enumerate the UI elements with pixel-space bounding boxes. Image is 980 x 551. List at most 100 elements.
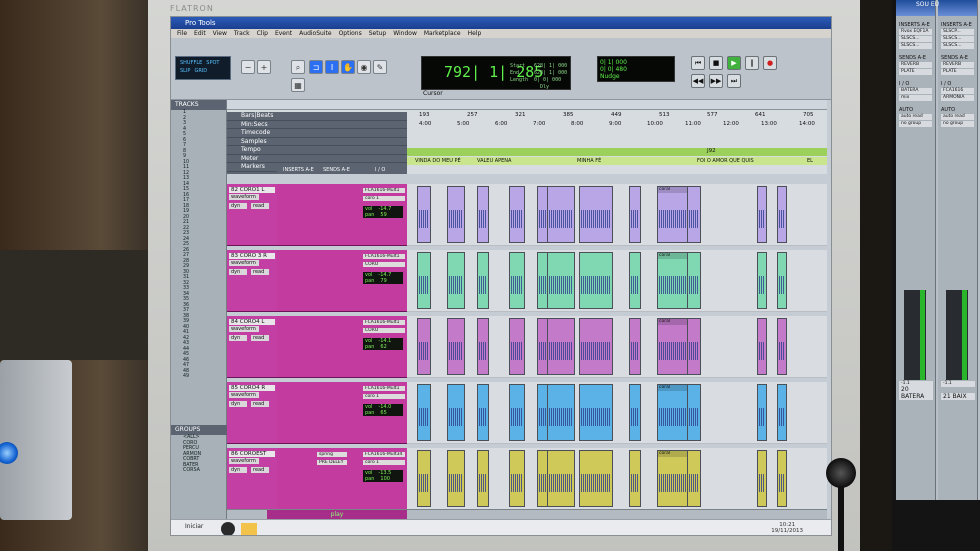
audio-clip[interactable]	[629, 318, 641, 375]
audio-clip[interactable]	[477, 186, 489, 243]
rewind-button[interactable]: ◀◀	[691, 74, 705, 88]
audio-clip[interactable]	[757, 384, 767, 441]
audio-clip[interactable]	[579, 450, 613, 507]
edit-mode-selector[interactable]: SHUFFLE SPOT SLIP GRID	[175, 56, 231, 80]
automation-mode[interactable]: read	[251, 203, 269, 209]
track-name[interactable]: 85 CORO4 R	[229, 385, 275, 391]
dyn-button[interactable]: dyn	[229, 269, 247, 275]
zoom-in-icon[interactable]: +	[257, 60, 271, 74]
audio-clip[interactable]	[757, 318, 767, 375]
selector-tool-icon[interactable]: I	[325, 60, 339, 74]
io-selector[interactable]: ARMONIA	[941, 95, 974, 101]
vol-pan-display[interactable]: vol -14.7 pan 79	[363, 272, 403, 284]
track-name[interactable]: 82 CORO1 L	[229, 187, 275, 193]
audio-clip[interactable]	[447, 318, 465, 375]
audio-clip[interactable]	[477, 450, 489, 507]
menu-item-view[interactable]: View	[213, 29, 227, 38]
input-selector[interactable]: FCA1616-Mult1	[363, 320, 405, 325]
track-list-item[interactable]: 49	[183, 374, 226, 380]
audio-clip[interactable]	[477, 252, 489, 309]
mode-shuffle[interactable]: SHUFFLE	[180, 60, 202, 66]
audio-clip[interactable]	[777, 450, 787, 507]
vol-pan-display[interactable]: vol -14.7 pan 59	[363, 206, 403, 218]
grabber-tool-icon[interactable]: ✋	[341, 60, 355, 74]
audio-clip[interactable]	[777, 318, 787, 375]
track-lane[interactable]: coral	[407, 382, 827, 444]
audio-clip[interactable]	[547, 384, 575, 441]
audio-clip[interactable]	[447, 384, 465, 441]
markers-ruler[interactable]: VINDA DO MEU PÉ VALEU APENA MINHA FÉ FOI O …	[407, 157, 827, 165]
vol-pan-display[interactable]: vol -14.1 pan 62	[363, 338, 403, 350]
trim-tool-icon[interactable]: ⊐	[309, 60, 323, 74]
audio-clip[interactable]	[687, 252, 701, 309]
send-slot[interactable]: PLATE	[941, 69, 974, 75]
mode-spot[interactable]: SPOT	[206, 60, 219, 66]
send-slot[interactable]: REVERB	[899, 62, 932, 68]
audio-clip[interactable]	[447, 450, 465, 507]
dyn-button[interactable]: dyn	[229, 203, 247, 209]
audio-clip[interactable]	[777, 252, 787, 309]
audio-clip[interactable]	[687, 384, 701, 441]
audio-clip[interactable]	[547, 318, 575, 375]
track-list[interactable]: 1 2 3 4 5 6 7 8 9 10 11 12 13 14 15 16 17 18 19 20 21 22 23 24 2…	[171, 110, 226, 380]
audio-clip[interactable]	[629, 252, 641, 309]
menu-item-audiosuite[interactable]: AudioSuite	[299, 29, 331, 38]
nudge-grid-display[interactable]: 0| 1| 000 0| 0| 480 Nudge	[597, 56, 675, 82]
audio-clip[interactable]	[579, 318, 613, 375]
pro-tools-taskbar-icon[interactable]	[221, 522, 235, 535]
output-selector[interactable]: coro 1	[363, 394, 405, 399]
track-lane[interactable]: coral	[407, 316, 827, 378]
audio-clip[interactable]	[447, 186, 465, 243]
audio-clip[interactable]	[757, 252, 767, 309]
insert-slot[interactable]: SLSCS...	[899, 43, 932, 49]
zoom-out-icon[interactable]: −	[241, 60, 255, 74]
group-item[interactable]: CORSA	[183, 468, 227, 474]
audio-clip[interactable]	[777, 186, 787, 243]
track-name[interactable]: 86 COROEST	[229, 451, 275, 457]
group-list[interactable]: <ALL> CORO PERCU ARMON COBRT BATER CORSA	[171, 435, 227, 474]
audio-clip[interactable]	[509, 252, 525, 309]
universe-overview[interactable]	[227, 100, 827, 110]
play-button[interactable]: ▶	[727, 56, 741, 70]
automation-mode[interactable]: read	[251, 401, 269, 407]
main-counter[interactable]: 792| 1| 285 Start 628| 1| 000 End 628| 1…	[421, 56, 571, 90]
audio-clip[interactable]	[417, 318, 431, 375]
audio-clip[interactable]	[687, 186, 701, 243]
menu-item-marketplace[interactable]: Marketplace	[424, 29, 461, 38]
menu-item-window[interactable]: Window	[393, 29, 417, 38]
go-to-end-button[interactable]: ⏭	[727, 74, 741, 88]
stop-button[interactable]: ■	[709, 56, 723, 70]
grid-icon[interactable]: ▦	[291, 78, 305, 92]
playlist-view-selector[interactable]: waveform	[229, 392, 259, 398]
horizontal-scrollbar[interactable]: play	[227, 509, 827, 520]
scrubber-tool-icon[interactable]: ◉	[357, 60, 371, 74]
input-selector[interactable]: FCA1616-Mult1	[363, 386, 405, 391]
track-lane[interactable]: coral	[407, 250, 827, 312]
zoomer-tool-icon[interactable]: ⌕	[291, 60, 305, 74]
mode-grid[interactable]: GRID	[194, 68, 207, 74]
menu-item-file[interactable]: File	[177, 29, 187, 38]
menu-item-event[interactable]: Event	[275, 29, 292, 38]
automation-mode[interactable]: auto read	[899, 114, 932, 120]
insert-slot[interactable]: SLSCS...	[941, 36, 974, 42]
audio-clip[interactable]	[509, 318, 525, 375]
input-selector[interactable]: FCA1616-Mult1	[363, 188, 405, 193]
automation-mode[interactable]: read	[251, 269, 269, 275]
audio-clip[interactable]	[477, 384, 489, 441]
audio-clip[interactable]	[757, 186, 767, 243]
audio-clip[interactable]	[509, 186, 525, 243]
vol-pan-display[interactable]: vol -13.5 pan 100	[363, 470, 403, 482]
menu-item-setup[interactable]: Setup	[369, 29, 386, 38]
playlist-view-selector[interactable]: waveform	[229, 326, 259, 332]
insert-slot[interactable]: SLSCS...	[899, 36, 932, 42]
track-name[interactable]: 84 CORO4 L	[229, 319, 275, 325]
audio-clip[interactable]	[509, 384, 525, 441]
audio-clip[interactable]	[579, 186, 613, 243]
audio-clip[interactable]	[417, 186, 431, 243]
audio-clip[interactable]	[629, 384, 641, 441]
send-slot[interactable]: REVERB	[941, 62, 974, 68]
automation-mode[interactable]: read	[251, 335, 269, 341]
group-selector[interactable]: no group	[899, 121, 932, 127]
io-selector[interactable]: mix	[899, 95, 932, 101]
playlist-view-selector[interactable]: waveform	[229, 260, 259, 266]
